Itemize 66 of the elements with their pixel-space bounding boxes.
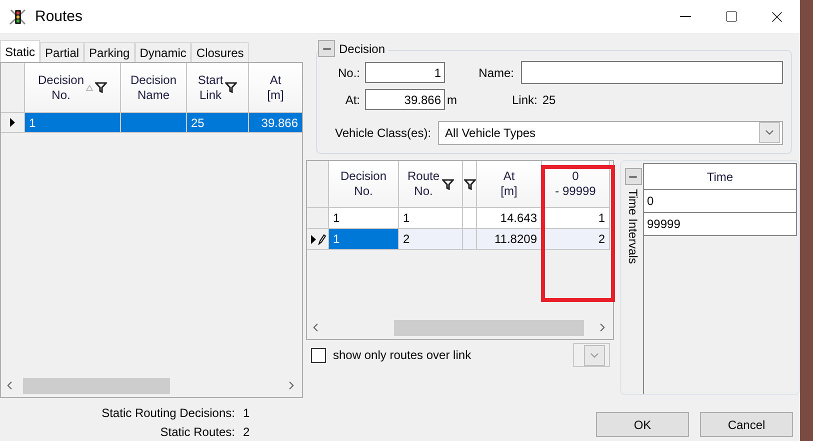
summary-label: Static Routes: [159,425,236,439]
column-header[interactable]: At [m] [249,63,302,113]
field-label: Vehicle Class(es): [335,126,432,140]
filter-icon[interactable] [95,82,108,93]
column-header[interactable]: Decision Name [121,63,187,113]
tab[interactable]: Dynamic [134,42,192,62]
table-cell[interactable] [463,229,477,250]
column-header[interactable]: Route No. [399,161,463,208]
ok-button[interactable]: OK [596,412,689,437]
unit-label: m [447,92,457,106]
position-field[interactable]: 39.866 [365,89,445,110]
row-header[interactable] [307,229,329,250]
table-cell[interactable]: 1 [329,208,399,229]
column-header[interactable]: Decision No. [329,161,399,208]
tab[interactable]: Partial [40,42,84,62]
number-field[interactable]: 1 [365,62,445,83]
column-header[interactable]: Decision No. [25,63,121,113]
table-cell[interactable]: 99999 [644,213,797,236]
group-title: Decision [339,42,386,56]
maximize-icon [724,10,738,23]
checkbox[interactable] [311,348,326,362]
table-cell[interactable] [121,113,187,133]
table-cell[interactable]: 2 [399,229,463,250]
traffic-light-icon [9,8,27,26]
table-cell[interactable]: 39.866 [249,113,302,133]
summary-label: Static Routing Decisions: [100,406,236,420]
filter-icon[interactable] [225,82,238,93]
collapse-button[interactable] [624,168,642,185]
row-header[interactable] [1,113,25,133]
field-label: No.: [336,66,360,80]
summary-value: 2 [243,425,251,439]
window-title: Routes [35,8,84,25]
field-label: Link: [512,92,538,106]
name-field[interactable] [521,61,783,84]
editing-row-icon [310,234,326,244]
table-cell[interactable] [463,208,477,229]
table-cell[interactable]: 25 [187,113,249,133]
table-cell[interactable]: 2 [542,229,610,250]
link-value: 25 [542,92,556,106]
table-cell[interactable]: 1 [25,113,121,133]
table-cell[interactable]: 14.643 [477,208,542,229]
table-cell[interactable]: 0 [644,190,797,213]
filter-column-header[interactable] [463,161,477,208]
sort-icon [86,84,94,90]
filter-icon[interactable] [464,178,476,190]
summary-value: 1 [243,406,251,420]
table-cell[interactable]: 1 [329,229,399,250]
table-cell[interactable]: 11.8209 [477,229,542,250]
tab[interactable]: Parking [84,42,135,62]
vehicle-class-dropdown[interactable]: All Vehicle Types [438,120,784,144]
checkbox-label: show only routes over link [333,348,472,362]
field-label: Name: [478,66,514,80]
collapse-button[interactable] [318,40,335,57]
column-header[interactable]: Time [644,163,797,190]
tab[interactable]: Static [0,40,40,62]
minimize-icon [680,16,690,17]
table-cell[interactable]: 1 [399,208,463,229]
cancel-button[interactable]: Cancel [700,412,793,437]
column-header[interactable]: At [m] [477,161,542,208]
column-header[interactable]: Start Link [187,63,249,113]
field-label: At: [344,92,360,106]
panel-title: Time Intervals [626,189,640,264]
current-row-icon [8,117,16,128]
table-cell[interactable]: 1 [542,208,610,229]
tab[interactable]: Closures [191,42,249,62]
filter-icon[interactable] [442,178,454,190]
